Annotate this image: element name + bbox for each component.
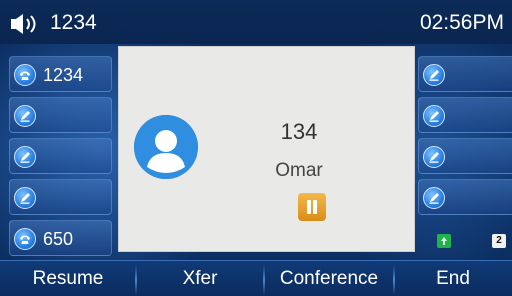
end-call-button[interactable]: End <box>394 261 512 296</box>
speaker-icon <box>11 14 41 34</box>
edit-pen-icon <box>14 105 36 127</box>
line-key-right-1[interactable] <box>418 56 512 92</box>
line-key-right-3[interactable] <box>418 138 512 174</box>
line-key-label: 1234 <box>43 65 84 85</box>
line-label: 1234 <box>50 11 97 34</box>
line-key-2[interactable] <box>9 97 112 133</box>
line-key-5[interactable]: 650 <box>9 220 112 256</box>
line-key-4[interactable] <box>9 179 112 215</box>
edit-pen-icon <box>14 187 36 209</box>
page-indicator-current[interactable] <box>437 234 451 248</box>
contact-avatar-icon <box>134 115 198 179</box>
hold-pause-icon <box>298 193 326 221</box>
edit-pen-icon <box>14 146 36 168</box>
line-key-1[interactable]: 1234 <box>9 56 112 92</box>
resume-button[interactable]: Resume <box>0 261 136 296</box>
line-key-right-4[interactable] <box>418 179 512 215</box>
softkey-bar: Resume Xfer Conference End <box>0 260 512 296</box>
edit-pen-icon <box>423 64 445 86</box>
transfer-button[interactable]: Xfer <box>136 261 264 296</box>
phone-handset-icon <box>14 228 36 250</box>
conference-button[interactable]: Conference <box>264 261 394 296</box>
clock: 02:56PM <box>419 11 504 34</box>
phone-screen: 1234 02:56PM 1234 650 2 134 Omar Resume … <box>0 0 512 296</box>
edit-pen-icon <box>423 146 445 168</box>
line-key-right-2[interactable] <box>418 97 512 133</box>
call-popup: 134 Omar <box>118 46 415 252</box>
page-up-arrow-icon <box>437 234 451 248</box>
phone-handset-icon <box>14 64 36 86</box>
edit-pen-icon <box>423 187 445 209</box>
line-key-label: 650 <box>43 229 74 249</box>
page-indicator-next[interactable]: 2 <box>492 234 506 248</box>
callee-number: 134 <box>280 119 318 144</box>
line-key-3[interactable] <box>9 138 112 174</box>
edit-pen-icon <box>423 105 445 127</box>
callee-name: Omar <box>275 160 323 181</box>
status-bar: 1234 02:56PM <box>0 0 512 44</box>
